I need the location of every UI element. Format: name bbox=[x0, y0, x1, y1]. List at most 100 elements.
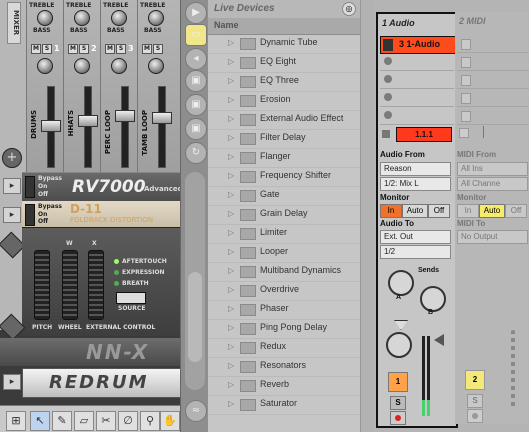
channel-fader[interactable] bbox=[41, 120, 61, 132]
pencil-tool-icon[interactable]: ✎ bbox=[52, 411, 72, 431]
clip-slot-5[interactable] bbox=[380, 108, 454, 125]
monitor-off-button[interactable]: Off bbox=[428, 204, 450, 218]
expand-arrow-icon[interactable]: ▷ bbox=[228, 323, 234, 332]
expand-arrow-icon[interactable]: ▷ bbox=[228, 380, 234, 389]
browser-item[interactable]: ▷ Saturator bbox=[208, 395, 360, 415]
browser-item[interactable]: ▷ EQ Eight bbox=[208, 53, 360, 73]
clip-slot-5[interactable] bbox=[457, 108, 529, 125]
clip-slot-2[interactable] bbox=[380, 54, 454, 71]
send-a-knob[interactable] bbox=[388, 270, 414, 296]
expand-arrow-icon[interactable]: ▷ bbox=[228, 171, 234, 180]
clip-play-icon[interactable] bbox=[383, 39, 393, 51]
monitor-in-button[interactable]: In bbox=[380, 204, 402, 218]
select-tool-icon[interactable]: ⊞ bbox=[6, 411, 26, 431]
volume-marker-icon[interactable] bbox=[434, 334, 444, 346]
midi-to-dropdown[interactable]: No Output bbox=[457, 230, 528, 244]
expand-arrow-icon[interactable]: ▷ bbox=[228, 399, 234, 408]
track-2-title[interactable]: 2 MIDI bbox=[455, 12, 529, 30]
clip-slot-2[interactable] bbox=[457, 54, 529, 71]
audio-to-dropdown[interactable]: Ext. Out bbox=[380, 230, 451, 244]
browser-item[interactable]: ▷ Limiter bbox=[208, 224, 360, 244]
ext-wheel[interactable] bbox=[88, 250, 104, 320]
treble-knob[interactable] bbox=[74, 10, 90, 26]
browser-item[interactable]: ▷ Ping Pong Delay bbox=[208, 319, 360, 339]
expand-arrow-icon[interactable]: ▷ bbox=[228, 57, 234, 66]
pan-knob[interactable] bbox=[111, 58, 127, 74]
pointer-tool-icon[interactable]: ↖ bbox=[30, 411, 50, 431]
bypass-switch[interactable] bbox=[25, 176, 35, 198]
track-activator-button[interactable]: 2 bbox=[465, 370, 485, 390]
expand-arrow-icon[interactable]: ▷ bbox=[228, 38, 234, 47]
browser-item[interactable]: ▷ Phaser bbox=[208, 300, 360, 320]
browser-item[interactable]: ▷ Grain Delay bbox=[208, 205, 360, 225]
solo-button[interactable]: S bbox=[390, 396, 406, 410]
refresh-icon[interactable]: ↻ bbox=[185, 142, 207, 164]
browser-item[interactable]: ▷ Dynamic Tube bbox=[208, 34, 360, 54]
arm-button[interactable] bbox=[390, 411, 406, 425]
solo-button[interactable]: S bbox=[42, 44, 52, 54]
audio-from-dropdown[interactable]: Reason bbox=[380, 162, 451, 176]
clip-slot-4[interactable] bbox=[380, 90, 454, 107]
browser-item[interactable]: ▷ Multiband Dynamics bbox=[208, 262, 360, 282]
clip-slot-1[interactable] bbox=[457, 36, 529, 53]
expand-arrow-icon[interactable]: ▷ bbox=[228, 228, 234, 237]
record-slot-icon[interactable] bbox=[384, 111, 392, 119]
mute-button[interactable]: M bbox=[68, 44, 78, 54]
expand-arrow-icon[interactable]: ▷ bbox=[228, 266, 234, 275]
empty-slot-icon[interactable] bbox=[461, 75, 471, 86]
browser-item[interactable]: ▷ Erosion bbox=[208, 91, 360, 111]
mute-tool-icon[interactable]: ∅ bbox=[118, 411, 138, 431]
empty-slot-icon[interactable] bbox=[461, 39, 471, 50]
plugin-browser-icon[interactable]: ◂ bbox=[185, 48, 207, 70]
solo-button[interactable]: S bbox=[116, 44, 126, 54]
channel-fader[interactable] bbox=[152, 112, 172, 124]
expand-arrow-icon[interactable]: ▷ bbox=[228, 342, 234, 351]
mute-button[interactable]: M bbox=[142, 44, 152, 54]
browser-column-header[interactable]: Name bbox=[208, 18, 360, 35]
expand-arrow-icon[interactable]: ▷ bbox=[228, 247, 234, 256]
treble-knob[interactable] bbox=[148, 10, 164, 26]
browser-item[interactable]: ▷ Overdrive bbox=[208, 281, 360, 301]
expand-arrow-icon[interactable]: ▷ bbox=[228, 152, 234, 161]
midi-from-dropdown[interactable]: All Ins bbox=[457, 162, 528, 176]
mod-wheel[interactable] bbox=[62, 250, 78, 320]
expand-arrow-icon[interactable]: ▷ bbox=[228, 133, 234, 142]
fold-arrow-icon[interactable]: ▸ bbox=[3, 207, 21, 223]
fold-arrow-icon[interactable]: ▸ bbox=[3, 374, 21, 390]
browser-item[interactable]: ▷ Gate bbox=[208, 186, 360, 206]
treble-knob[interactable] bbox=[37, 10, 53, 26]
browser-item[interactable]: ▷ Flanger bbox=[208, 148, 360, 168]
pan-knob[interactable] bbox=[148, 58, 164, 74]
channel-fader[interactable] bbox=[115, 110, 135, 122]
solo-button[interactable]: S bbox=[153, 44, 163, 54]
browser-options-icon[interactable]: ◎ bbox=[342, 2, 356, 16]
stop-clip-icon[interactable] bbox=[382, 130, 390, 138]
empty-slot-icon[interactable] bbox=[461, 57, 471, 68]
monitor-off-button[interactable]: Off bbox=[505, 204, 527, 218]
mute-button[interactable]: M bbox=[31, 44, 41, 54]
device-browser-icon[interactable]: ▭ bbox=[185, 24, 207, 46]
monitor-auto-button[interactable]: Auto bbox=[402, 204, 428, 218]
expand-arrow-icon[interactable]: ▷ bbox=[228, 95, 234, 104]
icon-column-scrollbar[interactable] bbox=[188, 272, 202, 362]
monitor-auto-button[interactable]: Auto bbox=[479, 204, 505, 218]
track-1-title[interactable]: 1 Audio bbox=[378, 14, 456, 32]
track-activator-button[interactable]: 1 bbox=[388, 372, 408, 392]
pan-knob[interactable] bbox=[386, 332, 412, 358]
record-slot-icon[interactable] bbox=[384, 57, 392, 65]
midi-from-channel-dropdown[interactable]: All Channe bbox=[457, 177, 528, 191]
audio-from-channel-dropdown[interactable]: 1/2: Mix L bbox=[380, 177, 451, 191]
clip-slot-1[interactable]: 3 1-Audio bbox=[380, 36, 456, 54]
expand-arrow-icon[interactable]: ▷ bbox=[228, 76, 234, 85]
pan-marker-icon[interactable] bbox=[394, 320, 408, 330]
expand-arrow-icon[interactable]: ▷ bbox=[228, 209, 234, 218]
stop-clip-icon[interactable] bbox=[459, 128, 469, 138]
folder-1-icon[interactable]: ▣ bbox=[185, 70, 207, 92]
mute-button[interactable]: M bbox=[105, 44, 115, 54]
clip-slot-3[interactable] bbox=[457, 72, 529, 89]
audio-to-channel-dropdown[interactable]: 1/2 bbox=[380, 245, 451, 259]
monitor-in-button[interactable]: In bbox=[457, 204, 479, 218]
source-button[interactable] bbox=[116, 292, 146, 304]
folder-2-icon[interactable]: ▣ bbox=[185, 94, 207, 116]
expand-arrow-icon[interactable]: ▷ bbox=[228, 114, 234, 123]
